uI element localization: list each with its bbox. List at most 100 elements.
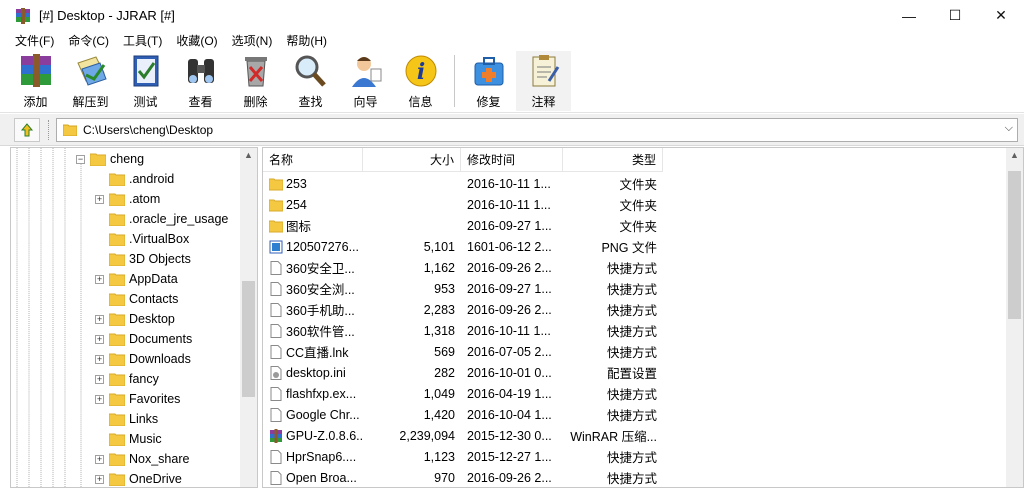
delete-button[interactable]: 删除 xyxy=(228,51,283,111)
file-row[interactable]: CC直播.lnk 569 2016-07-05 2... 快捷方式 xyxy=(263,341,663,362)
file-row[interactable]: 360安全卫... 1,162 2016-09-26 2... 快捷方式 xyxy=(263,257,663,278)
expand-icon[interactable]: + xyxy=(95,194,104,204)
file-row[interactable]: Google Chr... 1,420 2016-10-04 1... 快捷方式 xyxy=(263,404,663,425)
tree-item[interactable]: + Nox_share xyxy=(95,449,189,469)
file-row[interactable]: HprSnap6.... 1,123 2015-12-27 1... 快捷方式 xyxy=(263,446,663,467)
winrar-app-icon[interactable] xyxy=(15,7,31,24)
tree-item[interactable]: 3D Objects xyxy=(95,249,191,269)
file-row[interactable]: desktop.ini 282 2016-10-01 0... 配置设置 xyxy=(263,362,663,383)
menu-options[interactable]: 选项(N) xyxy=(225,31,280,51)
file-row[interactable]: 254 2016-10-11 1... 文件夹 xyxy=(263,194,663,215)
file-name-cell: CC直播.lnk xyxy=(263,342,363,361)
expand-icon[interactable]: + xyxy=(95,354,104,364)
column-name[interactable]: 名称 xyxy=(263,148,363,172)
folder-icon xyxy=(90,153,106,166)
file-row[interactable]: flashfxp.ex... 1,049 2016-04-19 1... 快捷方式 xyxy=(263,383,663,404)
tree-item[interactable]: + OneDrive xyxy=(95,469,182,487)
file-row[interactable]: 120507276... 5,101 1601-06-12 2... PNG 文件 xyxy=(263,236,663,257)
tree-item-parent[interactable]: − cheng xyxy=(76,149,144,169)
title-bar: [#] Desktop - JJRAR [#] — ☐ ✕ xyxy=(0,0,1024,31)
chevron-down-icon[interactable]: ⌵ xyxy=(1005,122,1013,135)
repair-kit-icon xyxy=(474,57,503,86)
expand-icon[interactable]: + xyxy=(95,454,104,464)
tree-item[interactable]: + AppData xyxy=(95,269,178,289)
repair-button[interactable]: 修复 xyxy=(461,51,516,111)
tree-item[interactable]: + Favorites xyxy=(95,389,180,409)
tree-item[interactable]: .VirtualBox xyxy=(95,229,189,249)
close-button[interactable]: ✕ xyxy=(978,0,1024,31)
tree-item[interactable]: + .atom xyxy=(95,189,160,209)
folder-icon xyxy=(109,393,125,406)
toolbar-grip xyxy=(48,120,51,140)
tree-item-label: Downloads xyxy=(129,352,191,366)
up-folder-button[interactable] xyxy=(14,118,40,142)
maximize-button[interactable]: ☐ xyxy=(932,0,978,31)
folder-icon xyxy=(109,213,125,226)
file-list: 名称 大小 修改时间 类型 253 2016-10-11 1... 文件夹 254 20… xyxy=(262,147,1024,488)
menu-tools[interactable]: 工具(T) xyxy=(116,31,169,51)
menu-help[interactable]: 帮助(H) xyxy=(279,31,334,51)
menu-commands[interactable]: 命令(C) xyxy=(61,31,116,51)
file-size: 1,318 xyxy=(423,323,455,338)
minimize-button[interactable]: — xyxy=(886,0,932,31)
column-type[interactable]: 类型 xyxy=(563,148,663,172)
extract-button[interactable]: 解压到 xyxy=(63,51,118,111)
tree-item[interactable]: + Downloads xyxy=(95,349,191,369)
file-type: 快捷方式 xyxy=(606,346,657,360)
file-row[interactable]: 253 2016-10-11 1... 文件夹 xyxy=(263,173,663,194)
tree-item[interactable]: + Desktop xyxy=(95,309,175,329)
file-row[interactable]: 图标 2016-09-27 1... 文件夹 xyxy=(263,215,663,236)
tree-item-label: .atom xyxy=(129,192,161,206)
tree-item[interactable]: Music xyxy=(95,429,162,449)
list-scrollbar[interactable]: ▲ xyxy=(1006,148,1023,487)
find-button[interactable]: 查找 xyxy=(283,51,338,111)
file-row[interactable]: 360软件管... 1,318 2016-10-11 1... 快捷方式 xyxy=(263,320,663,341)
tree-item-label: .oracle_jre_usage xyxy=(129,212,229,226)
tree-item[interactable]: Links xyxy=(95,409,158,429)
expand-icon[interactable]: + xyxy=(95,394,104,404)
address-bar: C:\Users\cheng\Desktop ⌵ xyxy=(0,114,1024,146)
expand-icon[interactable]: + xyxy=(95,334,104,344)
view-button[interactable]: 查看 xyxy=(173,51,228,111)
expand-icon[interactable]: + xyxy=(95,274,104,284)
info-button[interactable]: i 信息 xyxy=(393,51,448,111)
file-row[interactable]: GPU-Z.0.8.6... 2,239,094 2015-12-30 0... Wi… xyxy=(263,425,663,446)
collapse-icon[interactable]: − xyxy=(76,154,85,164)
tree-item[interactable]: Contacts xyxy=(95,289,178,309)
tree-item[interactable]: + fancy xyxy=(95,369,159,389)
menu-file[interactable]: 文件(F) xyxy=(0,31,61,51)
tree-item-label: Documents xyxy=(129,332,193,346)
file-modified: 2016-09-26 2... xyxy=(467,302,552,317)
wizard-button[interactable]: 向导 xyxy=(338,51,393,111)
scroll-up-icon[interactable]: ▲ xyxy=(244,150,253,160)
find-magnifier-icon xyxy=(295,55,326,87)
shortcut-file-icon xyxy=(270,449,282,464)
expand-icon[interactable]: + xyxy=(95,314,104,324)
file-row[interactable]: 360手机助... 2,283 2016-09-26 2... 快捷方式 xyxy=(263,299,663,320)
tree-scrollbar[interactable]: ▲ xyxy=(240,148,257,487)
tree-scroll-thumb[interactable] xyxy=(242,281,255,397)
address-input[interactable]: C:\Users\cheng\Desktop ⌵ xyxy=(56,118,1018,142)
expand-icon[interactable]: + xyxy=(95,474,104,484)
tree-item[interactable]: + Documents xyxy=(95,329,192,349)
tree-item[interactable]: .android xyxy=(95,169,174,189)
folder-icon xyxy=(109,433,125,446)
list-scroll-thumb[interactable] xyxy=(1008,171,1021,319)
expand-icon[interactable]: + xyxy=(95,374,104,384)
column-modified[interactable]: 修改时间 xyxy=(461,148,563,172)
test-button[interactable]: 测试 xyxy=(118,51,173,111)
comment-button[interactable]: 注释 xyxy=(516,51,571,111)
file-type: 快捷方式 xyxy=(606,325,657,339)
file-row[interactable]: 360安全浏... 953 2016-09-27 1... 快捷方式 xyxy=(263,278,663,299)
scroll-up-icon[interactable]: ▲ xyxy=(1010,150,1019,160)
file-modified: 2016-10-11 1... xyxy=(467,176,551,191)
add-button[interactable]: 添加 xyxy=(8,51,63,111)
folder-icon xyxy=(109,373,125,386)
file-size: 1,123 xyxy=(423,449,455,464)
menu-favorites[interactable]: 收藏(O) xyxy=(169,31,224,51)
toolbar-separator xyxy=(454,55,455,107)
tree-item[interactable]: .oracle_jre_usage xyxy=(95,209,228,229)
column-size[interactable]: 大小 xyxy=(363,148,461,172)
file-row[interactable]: Open Broa... 970 2016-09-26 2... 快捷方式 xyxy=(263,467,663,487)
file-name: 360安全卫... xyxy=(286,262,355,276)
